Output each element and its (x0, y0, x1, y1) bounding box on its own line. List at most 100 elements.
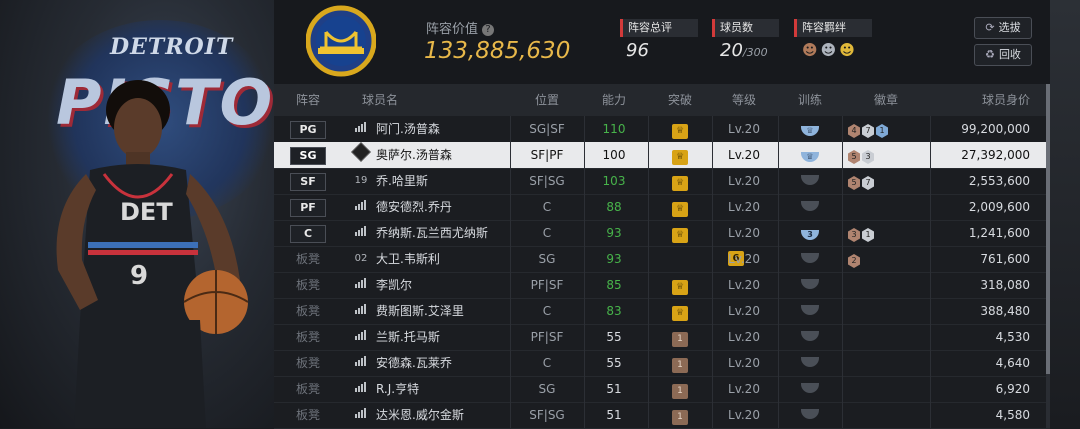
player-name[interactable]: 兰斯.托马斯 (376, 324, 440, 350)
breakthrough-cell[interactable]: 1 (648, 350, 712, 376)
breakthrough-cell[interactable]: ♕ (648, 220, 712, 246)
player-name[interactable]: 安德森.瓦莱乔 (376, 350, 452, 376)
breakthrough-cell[interactable]: 1 (648, 324, 712, 350)
player-name[interactable]: 奥萨尔.汤普森 (376, 142, 452, 168)
bond-gold-icon[interactable]: ☻ (839, 41, 855, 59)
badge-silver-icon[interactable]: 7 (862, 176, 874, 190)
training-cell[interactable] (778, 350, 842, 376)
bench-label: 板凳 (295, 304, 320, 318)
player-name[interactable]: 达米恩.威尔金斯 (376, 402, 464, 428)
badge-silver-icon[interactable]: 1 (862, 228, 874, 242)
training-cell[interactable] (778, 298, 842, 324)
refresh-icon: ⟳ (985, 21, 995, 34)
player-name[interactable]: 阿门.汤普森 (376, 116, 440, 142)
table-row[interactable]: 板凳 02 大卫.韦斯利 SG 93 6 Lv.20 2 761,600 (274, 246, 1050, 273)
table-row[interactable]: PG 阿门.汤普森 SG|SF 110 ♕ Lv.20 ♕ 4 7 1 99,200,000 (274, 116, 1050, 143)
training-empty-icon[interactable] (801, 357, 819, 367)
player-name[interactable]: 李凯尔 (376, 272, 412, 298)
table-row[interactable]: 板凳 兰斯.托马斯 PF|SF 55 1 Lv.20 4,530 (274, 324, 1050, 351)
training-empty-icon[interactable] (801, 409, 819, 419)
badges-cell: 57 (844, 168, 932, 194)
breakthrough-cell[interactable]: ♕ (648, 116, 712, 142)
training-cell[interactable] (778, 272, 842, 298)
player-name[interactable]: 大卫.韦斯利 (376, 246, 440, 272)
player-name[interactable]: 乔纳斯.瓦兰西尤纳斯 (376, 220, 488, 246)
breakthrough-cell[interactable]: 6 (648, 246, 744, 272)
training-shield-icon[interactable]: ♕ (801, 152, 819, 162)
col-lineup[interactable]: 阵容 (274, 84, 342, 116)
col-training[interactable]: 训练 (778, 84, 842, 116)
signal-bars-icon (355, 226, 367, 236)
breakthrough-cell[interactable]: ♕ (648, 142, 712, 168)
player-value: 27,392,000 (961, 148, 1030, 162)
table-row[interactable]: SG 奥萨尔.汤普森 SF|PF 100 ♕ Lv.20 ♕ 5 3 27,392,000 (274, 142, 1050, 169)
bond-bronze-icon[interactable]: ☻ (802, 41, 818, 59)
breakthrough-cell[interactable]: ♕ (648, 298, 712, 324)
training-cell[interactable] (778, 376, 842, 402)
badge-bronze-icon[interactable]: 2 (848, 254, 860, 268)
col-ability[interactable]: 能力 (584, 84, 644, 116)
training-cell[interactable] (778, 168, 842, 194)
player-position: SG (538, 382, 556, 396)
badge-bronze-icon[interactable]: 5 (848, 176, 860, 190)
training-cell[interactable] (778, 194, 842, 220)
table-row[interactable]: 板凳 费斯图斯.艾泽里 C 83 ♕ Lv.20 388,480 (274, 298, 1050, 325)
training-empty-icon[interactable] (801, 331, 819, 341)
col-level[interactable]: 等级 (712, 84, 776, 116)
training-cell[interactable]: ♕ (778, 116, 842, 142)
training-shield-icon[interactable]: ♕ (801, 126, 819, 136)
badge-bronze-icon[interactable]: 3 (848, 228, 860, 242)
table-row[interactable]: C 乔纳斯.瓦兰西尤纳斯 C 93 ♕ Lv.20 3 3 1 1,241,600 (274, 220, 1050, 247)
player-level: Lv.20 (728, 200, 760, 214)
table-row[interactable]: 板凳 R.J.亨特 SG 51 1 Lv.20 6,920 (274, 376, 1050, 403)
col-player-name[interactable]: 球员名 (350, 84, 410, 116)
badge-blue-icon[interactable]: 1 (876, 124, 888, 138)
table-row[interactable]: PF 德安德烈.乔丹 C 88 ♕ Lv.20 2,009,600 (274, 194, 1050, 221)
training-shield-icon[interactable]: 3 (801, 230, 819, 240)
col-breakthrough[interactable]: 突破 (648, 84, 712, 116)
breakthrough-cell[interactable]: ♕ (648, 168, 712, 194)
badge-silver-icon[interactable]: 3 (862, 150, 874, 164)
training-empty-icon[interactable] (801, 305, 819, 315)
help-icon[interactable]: ? (482, 24, 495, 36)
table-row[interactable]: SF 19 乔.哈里斯 SF|SG 103 ♕ Lv.20 5 7 2,553,600 (274, 168, 1050, 195)
player-icon-cell: 02 (352, 246, 370, 272)
training-cell[interactable]: ♕ (778, 142, 842, 168)
slot-cell: PF (274, 194, 342, 220)
table-row[interactable]: 板凳 安德森.瓦莱乔 C 55 1 Lv.20 4,640 (274, 350, 1050, 377)
recycle-button[interactable]: ♻ 回收 (974, 44, 1032, 66)
player-name[interactable]: 费斯图斯.艾泽里 (376, 298, 464, 324)
training-cell[interactable] (778, 246, 842, 272)
select-button[interactable]: ⟳ 选拔 (974, 17, 1032, 39)
breakthrough-cell[interactable]: 1 (648, 402, 712, 428)
training-empty-icon[interactable] (801, 383, 819, 393)
badge-bronze-icon[interactable]: 4 (848, 124, 860, 138)
bond-silver-icon[interactable]: ☻ (821, 41, 837, 59)
training-cell[interactable]: 3 (778, 220, 842, 246)
badge-silver-icon[interactable]: 7 (862, 124, 874, 138)
breakthrough-cell[interactable]: ♕ (648, 272, 712, 298)
training-cell[interactable] (778, 324, 842, 350)
col-position[interactable]: 位置 (510, 84, 584, 116)
badges-cell (844, 324, 932, 350)
player-name[interactable]: 德安德烈.乔丹 (376, 194, 452, 220)
col-badges[interactable]: 徽章 (844, 84, 928, 116)
col-player-value[interactable]: 球员身价 (934, 84, 1030, 116)
table-row[interactable]: 板凳 李凯尔 PF|SF 85 ♕ Lv.20 318,080 (274, 272, 1050, 299)
player-name[interactable]: 乔.哈里斯 (376, 168, 428, 194)
training-empty-icon[interactable] (801, 279, 819, 289)
player-ability: 55 (606, 356, 622, 370)
breakthrough-cell[interactable]: ♕ (648, 194, 712, 220)
training-cell[interactable] (778, 402, 842, 428)
training-empty-icon[interactable] (801, 201, 819, 211)
training-empty-icon[interactable] (801, 253, 819, 263)
table-row[interactable]: 板凳 达米恩.威尔金斯 SF|SG 51 1 Lv.20 4,580 (274, 402, 1050, 429)
player-name[interactable]: R.J.亨特 (376, 376, 419, 402)
badge-bronze-icon[interactable]: 5 (848, 150, 860, 164)
training-empty-icon[interactable] (801, 175, 819, 185)
signal-bars-icon (355, 200, 367, 210)
jersey-number-label: 19 (354, 175, 368, 186)
breakthrough-cell[interactable]: 1 (648, 376, 712, 402)
signal-bars-icon (355, 304, 367, 314)
player-position: C (542, 356, 552, 370)
